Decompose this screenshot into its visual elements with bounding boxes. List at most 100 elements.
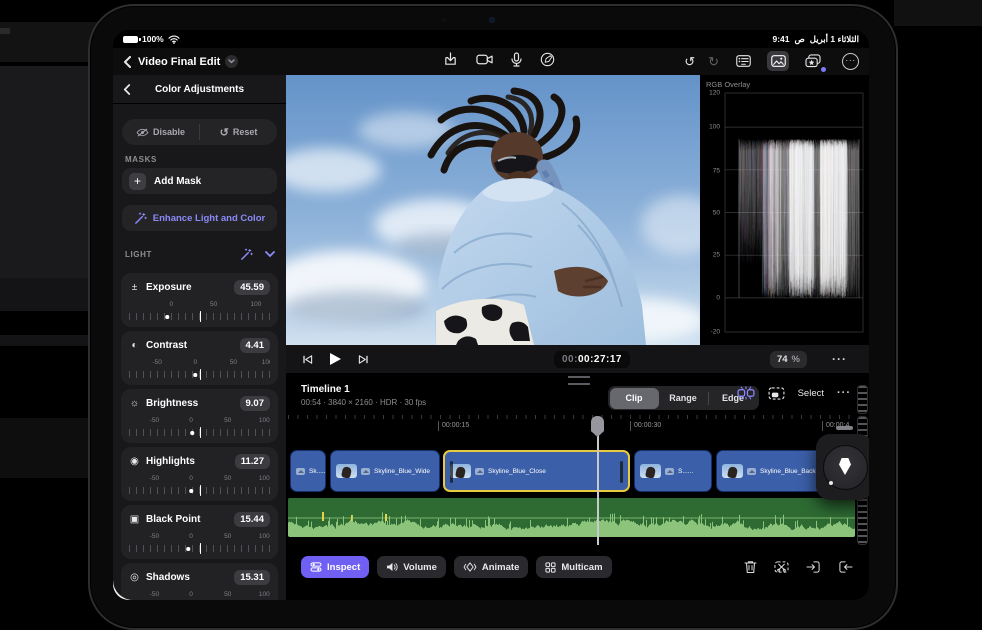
play-button[interactable] [329,352,342,366]
audio-clip-waveform[interactable] [288,498,855,537]
insert-left-icon[interactable] [806,560,821,574]
disable-button[interactable]: Disable [122,119,199,145]
timecode-display: 00:00:27:17 [554,350,630,368]
slider-indicator [199,369,202,380]
select-label[interactable]: Select [798,388,824,399]
contrast-label: Contrast [146,340,188,351]
speaker-icon [387,562,398,572]
select-mode-icon[interactable] [768,386,785,400]
pencil-hover-dial[interactable] [816,434,869,500]
shadows-slider[interactable]: -50 0 50 100 [129,591,270,600]
timeline-clip-skyline_blue_wide[interactable]: Skyline_Blue_Wide [330,450,440,492]
timecode-hours: 00: [562,353,578,365]
next-frame-button[interactable] [358,354,369,365]
sensor-dot [442,18,446,22]
volume-button[interactable]: Volume [377,556,446,578]
slider-indicator [199,485,202,496]
highlights-slider[interactable]: -50 0 50 100 [129,475,270,499]
shadows-label: Shadows [146,572,190,583]
viewer-more-icon[interactable]: ··· [832,352,847,366]
shadows-value[interactable]: 15.31 [234,570,270,585]
playhead-line [597,432,599,545]
black-point-value[interactable]: 15.44 [234,512,270,527]
pencil-tool-icon[interactable] [540,52,555,67]
clip-thumbnail [450,464,471,478]
tick-label: 100 [258,533,270,540]
slider-indicator [199,543,202,554]
timeline-ruler[interactable] [288,415,855,419]
redo-icon[interactable]: ↻ [708,55,719,68]
timeline-clip-s[interactable]: S...... [634,450,712,492]
add-mask-button[interactable]: + Add Mask [122,168,277,194]
status-bar: 100% 9:41 ص الثلاثاء 1 أبريل [113,30,869,48]
previous-frame-button[interactable] [302,354,313,365]
reset-icon: ↺ [219,126,229,139]
browser-panel-icon[interactable] [732,51,754,71]
tick-label: -50 [149,475,160,482]
reset-button[interactable]: ↺ Reset [200,119,277,145]
undo-icon[interactable]: ↺ [684,55,695,68]
contrast-value[interactable]: 4.41 [239,338,270,353]
tick-label: 50 [224,533,232,540]
media-library-icon[interactable] [767,51,789,71]
highlights-value[interactable]: 11.27 [234,454,270,469]
project-title[interactable]: Video Final Edit [138,56,220,68]
dial-indicator-dot [829,481,833,485]
mode-clip[interactable]: Clip [609,387,659,409]
brightness-value[interactable]: 9.07 [239,396,270,411]
tick-label: 50 [224,417,232,424]
plus-icon: + [129,172,146,190]
scope-waveform [700,75,869,345]
timeline-more-icon[interactable]: ··· [837,387,851,399]
camera-icon[interactable] [476,53,493,66]
microphone-icon[interactable] [511,52,522,67]
zoom-unit: % [791,353,800,365]
track-height-slider[interactable] [857,385,868,414]
contrast-slider[interactable]: -50 0 50 100 [129,359,270,383]
tick-label: -50 [152,359,162,366]
timeline-clip-sk[interactable]: Sk...... [290,450,326,492]
brightness-slider[interactable]: -50 0 50 100 [129,417,270,441]
insert-right-icon[interactable] [838,560,853,574]
transport-bar: 00:00:27:17 74% ··· [286,345,869,374]
title-menu-button[interactable] [225,55,239,68]
adjustment-card-black-point: ▣ Black Point 15.44 -50 0 50 100 [121,505,278,559]
tick-label: 100 [258,475,270,482]
app-screen: 100% 9:41 ص الثلاثاء 1 أبريل Video Final… [113,30,869,600]
import-icon[interactable] [443,52,458,67]
clip-thumbnail [722,464,743,478]
clip-thumbnail [640,464,661,478]
slider-origin-dot [186,547,190,551]
exposure-slider[interactable]: 0 50 100 [129,301,270,325]
mode-range[interactable]: Range [659,388,708,409]
timeline-header: Timeline 1 00:54 · 3840 × 2160 · HDR · 3… [286,382,869,414]
black-point-slider[interactable]: -50 0 50 100 [129,533,270,557]
animate-button[interactable]: Animate [453,556,529,578]
enhance-light-color-button[interactable]: Enhance Light and Color [122,205,277,231]
auto-enhance-icon[interactable] [240,248,253,261]
multicam-button[interactable]: Multicam [536,556,612,578]
tick-label: 0 [193,359,198,366]
timeline-clip-skyline_blue_close[interactable]: Skyline_Blue_Close [443,450,630,492]
magnetic-timeline-icon[interactable] [737,386,755,400]
dial-ring[interactable] [823,445,868,490]
trim-handle-left[interactable] [450,461,453,483]
blade-cut-icon[interactable] [774,560,789,574]
dial-slider-handle[interactable] [836,426,853,430]
delete-icon[interactable] [744,560,757,574]
back-chevron-icon[interactable] [123,55,132,68]
trim-handle-right[interactable] [620,461,623,483]
more-menu-icon[interactable]: ··· [842,52,859,70]
panel-back-chevron-icon[interactable] [123,83,131,95]
exposure-value[interactable]: 45.59 [234,280,270,295]
inspect-button[interactable]: Inspect [301,556,370,578]
light-section-header: LIGHT [125,248,275,261]
effects-icon[interactable] [802,51,826,72]
collapse-chevron-icon[interactable] [265,251,275,258]
keyframe-icon [463,562,477,572]
black-point-label: Black Point [146,514,201,525]
video-viewer[interactable] [286,75,700,345]
playhead-handle[interactable] [591,416,604,437]
inspect-label: Inspect [327,561,361,573]
zoom-level-badge[interactable]: 74% [769,350,807,368]
